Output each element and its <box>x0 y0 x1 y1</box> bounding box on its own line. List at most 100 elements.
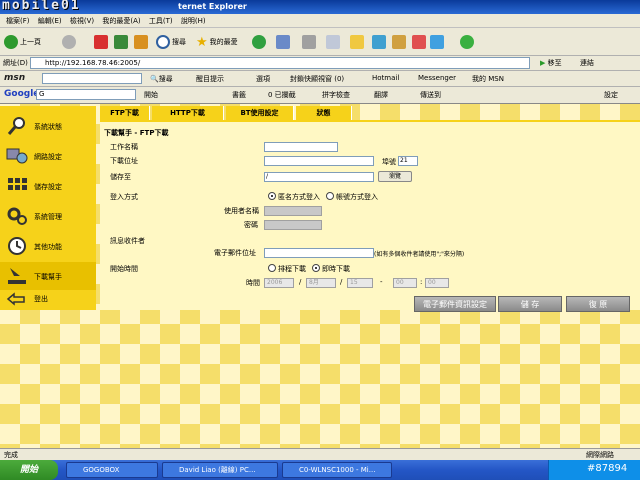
home-icon <box>134 35 148 49</box>
ftp-download-form: 下載幫手 - FTP下載 工作名稱 下載位址 埠號 21 儲存至 / 瀏覽 登入… <box>100 120 640 310</box>
save-button[interactable]: 儲 存 <box>498 296 562 312</box>
sidebar-item-system-status[interactable]: 系統狀態 <box>0 112 96 140</box>
go-arrow-icon: ▶ <box>540 59 546 67</box>
go-button[interactable]: ▶ 移至 <box>540 58 562 68</box>
msn-popup-blocker[interactable]: 封鎖快顯視窗 (0) <box>290 74 344 84</box>
tool-button-3[interactable] <box>412 35 428 49</box>
google-settings-button[interactable]: 設定 <box>604 90 618 100</box>
sidebar-item-network[interactable]: 網路設定 <box>0 142 96 170</box>
recipient-label: 訊息收件者 <box>110 237 145 245</box>
google-bookmarks-button[interactable]: 書籤 <box>232 90 246 100</box>
save-to-input[interactable]: / <box>264 172 374 182</box>
restore-button[interactable]: 復 原 <box>566 296 630 312</box>
tab-status[interactable]: 狀態 <box>296 106 352 120</box>
task-wlnsc1000[interactable]: C0-WLNSC1000 - Mi... <box>282 462 392 478</box>
password-input[interactable] <box>264 220 322 230</box>
app-icon <box>392 35 406 49</box>
hour-select[interactable]: 00 <box>393 278 417 288</box>
tab-http[interactable]: HTTP下載 <box>152 106 224 120</box>
page-content: 系統狀態 網路設定 儲存設定 系統管理 其他功能 下載幫手 登出 FTP下載 H… <box>0 104 640 464</box>
refresh-button[interactable] <box>114 35 130 49</box>
account-login-radio[interactable] <box>326 192 334 200</box>
google-sendto-button[interactable]: 傳送到 <box>420 90 441 100</box>
google-start-button[interactable]: 開始 <box>144 90 158 100</box>
msn-messenger-button[interactable]: Messenger <box>418 74 456 82</box>
menu-tools[interactable]: 工具(T) <box>149 16 173 26</box>
sidebar-item-system-admin[interactable]: 系統管理 <box>0 202 96 230</box>
minute-select[interactable]: 00 <box>425 278 449 288</box>
msn-logo: msn <box>4 73 26 83</box>
edit-button[interactable] <box>326 35 342 49</box>
storage-icon <box>8 178 27 190</box>
taskbar: 開始 GOGOBOX David Liao (離線) PC... C0-WLNS… <box>0 460 640 480</box>
msn-highlight-button[interactable]: 醒目提示 <box>196 74 224 84</box>
msn-search-input[interactable] <box>42 73 142 84</box>
menu-file[interactable]: 檔案(F) <box>6 16 30 26</box>
edit-icon <box>326 35 340 49</box>
immediate-download-radio[interactable] <box>312 264 320 272</box>
tab-bt-settings[interactable]: BT使用設定 <box>226 106 294 120</box>
task-gogobox[interactable]: GOGOBOX <box>66 462 158 478</box>
msn-options-button[interactable]: 選項 <box>256 74 270 84</box>
port-input[interactable]: 21 <box>398 156 418 166</box>
menu-favorites[interactable]: 我的最愛(A) <box>102 16 140 26</box>
download-address-label: 下載位址 <box>110 157 138 165</box>
tool-button-4[interactable] <box>430 35 446 49</box>
sidebar-item-other[interactable]: 其他功能 <box>0 232 96 260</box>
messenger-button[interactable] <box>460 35 476 49</box>
start-button[interactable]: 開始 <box>0 460 58 480</box>
forward-button[interactable] <box>62 35 78 49</box>
tray-text: #87894 <box>587 463 628 474</box>
favorites-button[interactable]: ★ 我的最愛 <box>196 35 238 50</box>
messenger-icon <box>460 35 474 49</box>
google-search-input[interactable]: G <box>36 89 136 100</box>
msn-search-button[interactable]: 🔍搜尋 <box>150 74 173 84</box>
google-popup-blocked[interactable]: 0 已攔截 <box>268 90 296 100</box>
sidebar-item-storage[interactable]: 儲存設定 <box>0 172 96 200</box>
browse-button[interactable]: 瀏覽 <box>378 171 412 182</box>
task-david-liao[interactable]: David Liao (離線) PC... <box>162 462 278 478</box>
username-input[interactable] <box>264 206 322 216</box>
job-name-input[interactable] <box>264 142 338 152</box>
stop-button[interactable] <box>94 35 110 49</box>
history-button[interactable] <box>252 35 268 49</box>
google-spellcheck-button[interactable]: 拼字檢查 <box>322 90 350 100</box>
address-input[interactable]: http://192.168.78.46:2005/ <box>30 57 530 69</box>
tab-bar: FTP下載 HTTP下載 BT使用設定 狀態 <box>100 106 406 120</box>
search-button[interactable]: 搜尋 <box>156 35 186 49</box>
folder-button[interactable] <box>350 35 366 49</box>
menu-help[interactable]: 說明(H) <box>181 16 206 26</box>
email-input[interactable] <box>264 248 374 258</box>
home-button[interactable] <box>134 35 150 49</box>
tool-button-1[interactable] <box>372 35 388 49</box>
sidebar-item-download-helper[interactable]: 下載幫手 <box>0 262 96 290</box>
email-settings-button[interactable]: 電子郵件資訊設定 <box>414 296 496 312</box>
time-label: 時間 <box>246 279 260 287</box>
menu-edit[interactable]: 編輯(E) <box>38 16 62 26</box>
username-label: 使用者名稱 <box>224 207 259 215</box>
tool-button-2[interactable] <box>392 35 408 49</box>
back-button[interactable]: 上一頁 <box>4 35 41 49</box>
msn-hotmail-button[interactable]: Hotmail <box>372 74 399 82</box>
menu-view[interactable]: 檢視(V) <box>70 16 94 26</box>
magnifier-icon <box>7 117 25 135</box>
year-select[interactable]: 2006 <box>264 278 294 288</box>
mail-icon <box>276 35 290 49</box>
sidebar-item-logout[interactable]: 登出 <box>0 290 96 308</box>
scheduled-download-radio[interactable] <box>268 264 276 272</box>
google-translate-button[interactable]: 翻譯 <box>374 90 388 100</box>
links-button[interactable]: 連結 <box>580 58 594 68</box>
mail-button[interactable] <box>276 35 292 49</box>
folder-icon <box>350 35 364 49</box>
anonymous-login-radio[interactable] <box>268 192 276 200</box>
status-text: 完成 <box>4 451 18 459</box>
start-time-label: 開始時間 <box>110 265 138 273</box>
msn-mymsn-button[interactable]: 我的 MSN <box>472 74 504 84</box>
day-select[interactable]: 15 <box>347 278 373 288</box>
download-address-input[interactable] <box>264 156 374 166</box>
tab-ftp[interactable]: FTP下載 <box>100 106 150 120</box>
print-button[interactable] <box>302 35 318 49</box>
month-select[interactable]: 8月 <box>306 278 336 288</box>
save-to-label: 儲存至 <box>110 173 131 181</box>
logout-arrow-icon <box>6 292 25 306</box>
